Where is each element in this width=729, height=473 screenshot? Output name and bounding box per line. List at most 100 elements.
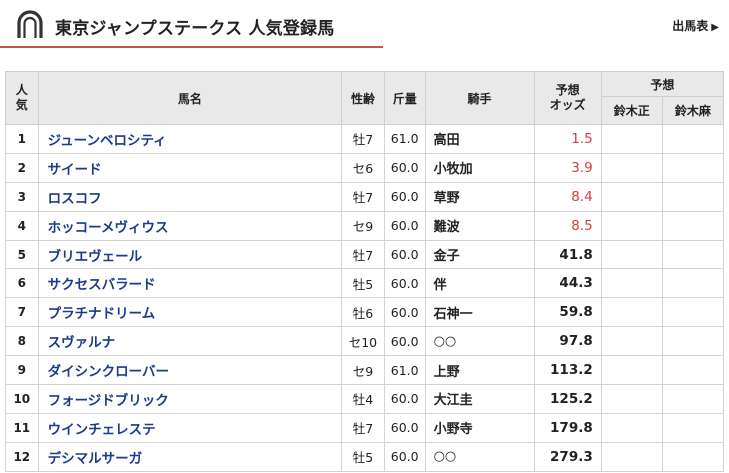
page-title: 東京ジャンプステークス 人気登録馬 xyxy=(55,19,335,39)
prediction-cell-2 xyxy=(661,441,725,472)
weight-cell: 60.0 xyxy=(383,297,426,328)
race-card-link-label[interactable]: 出馬表 xyxy=(672,19,708,33)
horse-name-link[interactable]: サクセスバラード xyxy=(37,268,343,299)
prediction-cell-1 xyxy=(600,326,663,357)
col-header-weight: 斤量 xyxy=(383,71,426,125)
prediction-cell-2 xyxy=(661,124,725,154)
horse-name-link[interactable]: ジューンベロシティ xyxy=(37,124,343,154)
weight-cell: 60.0 xyxy=(383,412,426,443)
rank-cell: 6 xyxy=(5,268,39,299)
horse-name-link[interactable]: プラチナドリーム xyxy=(37,297,343,328)
jockey-cell: ○○ xyxy=(424,441,535,472)
odds-cell: 8.4 xyxy=(533,181,602,212)
horse-name-link[interactable]: スヴァルナ xyxy=(37,326,343,357)
prediction-cell-2 xyxy=(661,152,725,183)
triangle-right-icon: ▶ xyxy=(711,22,719,33)
horse-name-link[interactable]: ブリエヴェール xyxy=(37,239,343,270)
prediction-cell-1 xyxy=(600,152,663,183)
prediction-cell-2 xyxy=(661,210,725,241)
col-header-ninki: 人 気 xyxy=(5,71,39,125)
odds-cell: 179.8 xyxy=(533,412,602,443)
prediction-cell-1 xyxy=(600,355,663,386)
table-row: 5 ブリエヴェール 牡7 60.0 金子 41.8 xyxy=(5,239,725,270)
horse-name-link[interactable]: ウインチェレステ xyxy=(37,412,343,443)
prediction-cell-2 xyxy=(661,355,725,386)
odds-cell: 97.8 xyxy=(533,326,602,357)
odds-cell: 3.9 xyxy=(533,152,602,183)
table-row: 8 スヴァルナ セ10 60.0 ○○ 97.8 xyxy=(5,326,725,357)
sex-age-cell: セ6 xyxy=(341,152,385,183)
table-row: 11 ウインチェレステ 牡7 60.0 小野寺 179.8 xyxy=(5,412,725,443)
col-header-predictor-2: 鈴木麻 xyxy=(661,96,725,125)
horse-name-link[interactable]: デシマルサーガ xyxy=(37,441,343,472)
table-header-row: 人 気 馬名 性齢 斤量 騎手 予想 オッズ 予想 xyxy=(5,71,725,125)
odds-cell: 8.5 xyxy=(533,210,602,241)
col-header-yoso: 予想 xyxy=(600,71,725,97)
col-header-predictor-1: 鈴木正 xyxy=(600,96,663,125)
rank-cell: 9 xyxy=(5,355,39,386)
prediction-cell-2 xyxy=(661,268,725,299)
table-row: 4 ホッコーメヴィウス セ9 60.0 難波 8.5 xyxy=(5,210,725,241)
prediction-cell-1 xyxy=(600,384,663,414)
sex-age-cell: 牡5 xyxy=(341,441,385,472)
horse-name-link[interactable]: ダイシンクローバー xyxy=(37,355,343,386)
col-header-jockey: 騎手 xyxy=(424,71,535,125)
horse-name-link[interactable]: ロスコフ xyxy=(37,181,343,212)
jockey-cell: 石神一 xyxy=(424,297,535,328)
jockey-cell: 大江圭 xyxy=(424,384,535,414)
col-header-sex-age: 性齢 xyxy=(341,71,385,125)
table-row: 6 サクセスバラード 牡5 60.0 伴 44.3 xyxy=(5,268,725,299)
jockey-cell: ○○ xyxy=(424,326,535,357)
rank-cell: 11 xyxy=(5,412,39,443)
odds-cell: 1.5 xyxy=(533,124,602,154)
sex-age-cell: 牡5 xyxy=(341,268,385,299)
horseshoe-icon xyxy=(17,10,43,38)
table-row: 3 ロスコフ 牡7 60.0 草野 8.4 xyxy=(5,181,725,212)
jockey-cell: 小野寺 xyxy=(424,412,535,443)
sex-age-cell: 牡7 xyxy=(341,124,385,154)
sex-age-cell: セ10 xyxy=(341,326,385,357)
race-card-link[interactable]: 出馬表 ▶ xyxy=(672,17,719,34)
odds-cell: 125.2 xyxy=(533,384,602,414)
rank-cell: 5 xyxy=(5,239,39,270)
sex-age-cell: 牡7 xyxy=(341,412,385,443)
odds-cell: 41.8 xyxy=(533,239,602,270)
sex-age-cell: 牡4 xyxy=(341,384,385,414)
prediction-cell-1 xyxy=(600,124,663,154)
sex-age-cell: セ9 xyxy=(341,210,385,241)
col-header-odds-1: 予想 xyxy=(555,83,580,97)
weight-cell: 60.0 xyxy=(383,384,426,414)
prediction-cell-1 xyxy=(600,441,663,472)
rank-cell: 8 xyxy=(5,326,39,357)
odds-cell: 44.3 xyxy=(533,268,602,299)
table-row: 1 ジューンベロシティ 牡7 61.0 高田 1.5 xyxy=(5,124,725,154)
prediction-cell-2 xyxy=(661,384,725,414)
sex-age-cell: 牡6 xyxy=(341,297,385,328)
horse-name-link[interactable]: サイード xyxy=(37,152,343,183)
col-header-odds: 予想 オッズ xyxy=(533,71,602,125)
horse-name-link[interactable]: ホッコーメヴィウス xyxy=(37,210,343,241)
col-header-horse: 馬名 xyxy=(37,71,343,125)
prediction-cell-2 xyxy=(661,412,725,443)
jockey-cell: 難波 xyxy=(424,210,535,241)
prediction-cell-2 xyxy=(661,181,725,212)
weight-cell: 61.0 xyxy=(383,355,426,386)
table-row: 12 デシマルサーガ 牡5 60.0 ○○ 279.3 xyxy=(5,441,725,472)
table-row: 10 フォージドブリック 牡4 60.0 大江圭 125.2 xyxy=(5,384,725,414)
horse-name-link[interactable]: フォージドブリック xyxy=(37,384,343,414)
jockey-cell: 伴 xyxy=(424,268,535,299)
weight-cell: 60.0 xyxy=(383,152,426,183)
col-header-ninki-2: 気 xyxy=(15,98,28,112)
jockey-cell: 草野 xyxy=(424,181,535,212)
jockey-cell: 上野 xyxy=(424,355,535,386)
prediction-cell-1 xyxy=(600,268,663,299)
prediction-cell-2 xyxy=(661,326,725,357)
rank-cell: 3 xyxy=(5,181,39,212)
page-header: 東京ジャンプステークス 人気登録馬 出馬表 ▶ xyxy=(0,0,729,50)
weight-cell: 60.0 xyxy=(383,181,426,212)
prediction-cell-2 xyxy=(661,239,725,270)
sex-age-cell: 牡7 xyxy=(341,239,385,270)
odds-cell: 59.8 xyxy=(533,297,602,328)
prediction-cell-2 xyxy=(661,297,725,328)
col-header-odds-2: オッズ xyxy=(549,98,586,112)
